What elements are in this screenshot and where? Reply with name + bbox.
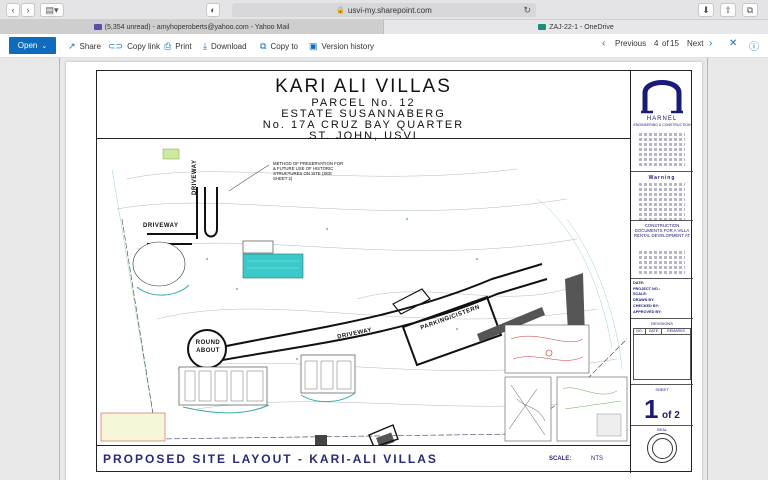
bottom-title: PROPOSED SITE LAYOUT - KARI-ALI VILLAS	[103, 452, 438, 466]
privacy-icon[interactable]: ◐	[206, 3, 220, 17]
lock-icon: 🔒	[336, 7, 345, 14]
page-total: 15	[670, 39, 679, 48]
history-icon: ▣	[309, 40, 318, 51]
firm-address-lines	[639, 133, 685, 168]
revisions-label: REVISIONS	[651, 321, 673, 326]
share-icon: ↗	[68, 40, 76, 51]
scale-label: SCALE:	[549, 456, 572, 462]
link-icon: ⊂⊃	[108, 40, 124, 51]
field-approved-by: APPROVED BY:	[633, 309, 662, 314]
share-label: Share	[79, 41, 101, 51]
rev-col-date: DATE	[646, 329, 662, 334]
divider	[631, 171, 693, 172]
tabs-overview-icon[interactable]: ⧉	[742, 3, 758, 17]
roundabout-label: ROUND ABOUT	[195, 340, 221, 354]
site-plan: DRIVEWAY DRIVEWAY DRIVEWAY ROUND ABOUT P…	[97, 139, 630, 445]
firm-subtitle: ENGINEERING & CONSTRUCTION	[633, 123, 691, 127]
sidebar-icon[interactable]: ▤▾	[40, 3, 64, 17]
tab-yahoo-mail[interactable]: (5,354 unread) - amyhoperoberts@yahoo.co…	[0, 20, 384, 34]
download-button[interactable]: ⤓ Download	[203, 39, 247, 53]
close-icon[interactable]: ✕	[729, 38, 737, 49]
sheet-number: 1	[644, 394, 659, 424]
firm-logo-icon	[641, 80, 683, 114]
copy-link-label: Copy link	[127, 41, 160, 51]
rev-col-remarks: REMARKS	[667, 329, 685, 333]
warning-text-lines	[639, 183, 685, 223]
tab-onedrive[interactable]: ZAJ-22-1 - OneDrive	[384, 20, 768, 34]
info-icon[interactable]: ⓘ	[749, 38, 759, 53]
share-icon[interactable]: ⇧	[720, 3, 736, 17]
divider	[631, 425, 693, 426]
divider	[631, 384, 693, 385]
share-button[interactable]: ↗ Share	[68, 39, 101, 53]
project-address-lines	[639, 251, 685, 276]
page-of: of	[662, 39, 669, 48]
scale-value: NTS	[591, 456, 603, 462]
seal-icon	[647, 433, 677, 463]
document-viewer[interactable]: KARI ALI VILLAS PARCEL No. 12 ESTATE SUS…	[0, 58, 768, 480]
chevron-right-icon[interactable]: ›	[709, 38, 712, 49]
onedrive-icon	[538, 24, 547, 30]
warning-label: Warning	[648, 175, 676, 181]
drawing-title-area: KARI ALI VILLAS PARCEL No. 12 ESTATE SUS…	[97, 71, 630, 142]
version-history-button[interactable]: ▣ Version history	[309, 39, 374, 53]
previous-button[interactable]: Previous	[615, 39, 646, 48]
drawing-sheet: KARI ALI VILLAS PARCEL No. 12 ESTATE SUS…	[96, 70, 693, 473]
version-history-label: Version history	[321, 41, 374, 51]
revisions-header: NO. DATE REMARKS	[634, 329, 690, 335]
tab-label: (5,354 unread) - amyhoperoberts@yahoo.co…	[104, 23, 290, 31]
next-button[interactable]: Next	[687, 39, 703, 48]
document-page: KARI ALI VILLAS PARCEL No. 12 ESTATE SUS…	[66, 62, 702, 480]
drawing-title: KARI ALI VILLAS	[275, 76, 452, 97]
divider	[631, 278, 693, 279]
viewer-border-right	[707, 58, 708, 480]
driveway-vertical-label: DRIVEWAY	[192, 159, 198, 195]
copy-to-label: Copy to	[270, 41, 299, 51]
command-bar: Open ⌄ ↗ Share ⊂⊃ Copy link ⎙ Print ⤓ Downlo…	[0, 34, 768, 58]
print-button[interactable]: ⎙ Print	[164, 39, 192, 53]
download-icon: ⤓	[203, 40, 207, 51]
seal-label: SEAL	[656, 427, 668, 432]
divider	[631, 318, 693, 319]
chevron-down-icon: ⌄	[41, 42, 48, 50]
firm-name: HARNEL	[646, 116, 678, 122]
title-block: HARNEL ENGINEERING & CONSTRUCTION Warnin…	[630, 71, 693, 473]
sheet-label: SHEET	[655, 387, 669, 392]
preservation-note: METHOD OF PRESERVATION FOR & FUTURE USE …	[273, 161, 344, 181]
reload-icon[interactable]: ↻	[523, 5, 531, 16]
download-label: Download	[210, 41, 247, 51]
open-button[interactable]: Open ⌄	[9, 37, 56, 54]
driveway-left-label: DRIVEWAY	[143, 223, 179, 229]
back-icon[interactable]: ‹	[6, 3, 20, 17]
sheet-total: of 2	[662, 410, 680, 421]
revisions-table: NO. DATE REMARKS	[633, 328, 691, 380]
address-bar[interactable]: 🔒 usvi-my.sharepoint.com ↻	[232, 3, 536, 17]
viewer-border-left	[59, 58, 60, 480]
printer-icon: ⎙	[164, 40, 172, 51]
browser-toolbar: ‹ › ▤▾ ◐ 🔒 usvi-my.sharepoint.com ↻ ⬇ ⇧ …	[0, 0, 768, 20]
project-fields: DATE: PROJECT NO.: SCALE: DRAWN BY: CHEC…	[633, 281, 691, 315]
construction-label: CONSTRUCTION DOCUMENTS FOR A VILLA RENTA…	[633, 223, 691, 238]
site-plan-drawing	[100, 148, 628, 445]
downloads-icon[interactable]: ⬇	[698, 3, 714, 17]
chevron-left-icon[interactable]: ‹	[602, 38, 605, 49]
divider	[631, 220, 693, 221]
address-text: usvi-my.sharepoint.com	[347, 5, 432, 15]
rev-col-no: NO.	[634, 329, 646, 334]
copy-icon: ⧉	[260, 40, 267, 51]
print-label: Print	[175, 41, 192, 51]
copy-to-button[interactable]: ⧉ Copy to	[260, 39, 298, 53]
tab-bar: (5,354 unread) - amyhoperoberts@yahoo.co…	[0, 20, 768, 34]
bottom-title-bar: PROPOSED SITE LAYOUT - KARI-ALI VILLAS S…	[97, 445, 630, 473]
mail-icon	[93, 24, 102, 30]
copy-link-button[interactable]: ⊂⊃ Copy link	[108, 39, 160, 53]
open-label: Open	[17, 41, 38, 50]
tab-label: ZAJ-22-1 - OneDrive	[549, 23, 614, 31]
forward-icon[interactable]: ›	[21, 3, 35, 17]
page-current: 4	[654, 39, 659, 48]
